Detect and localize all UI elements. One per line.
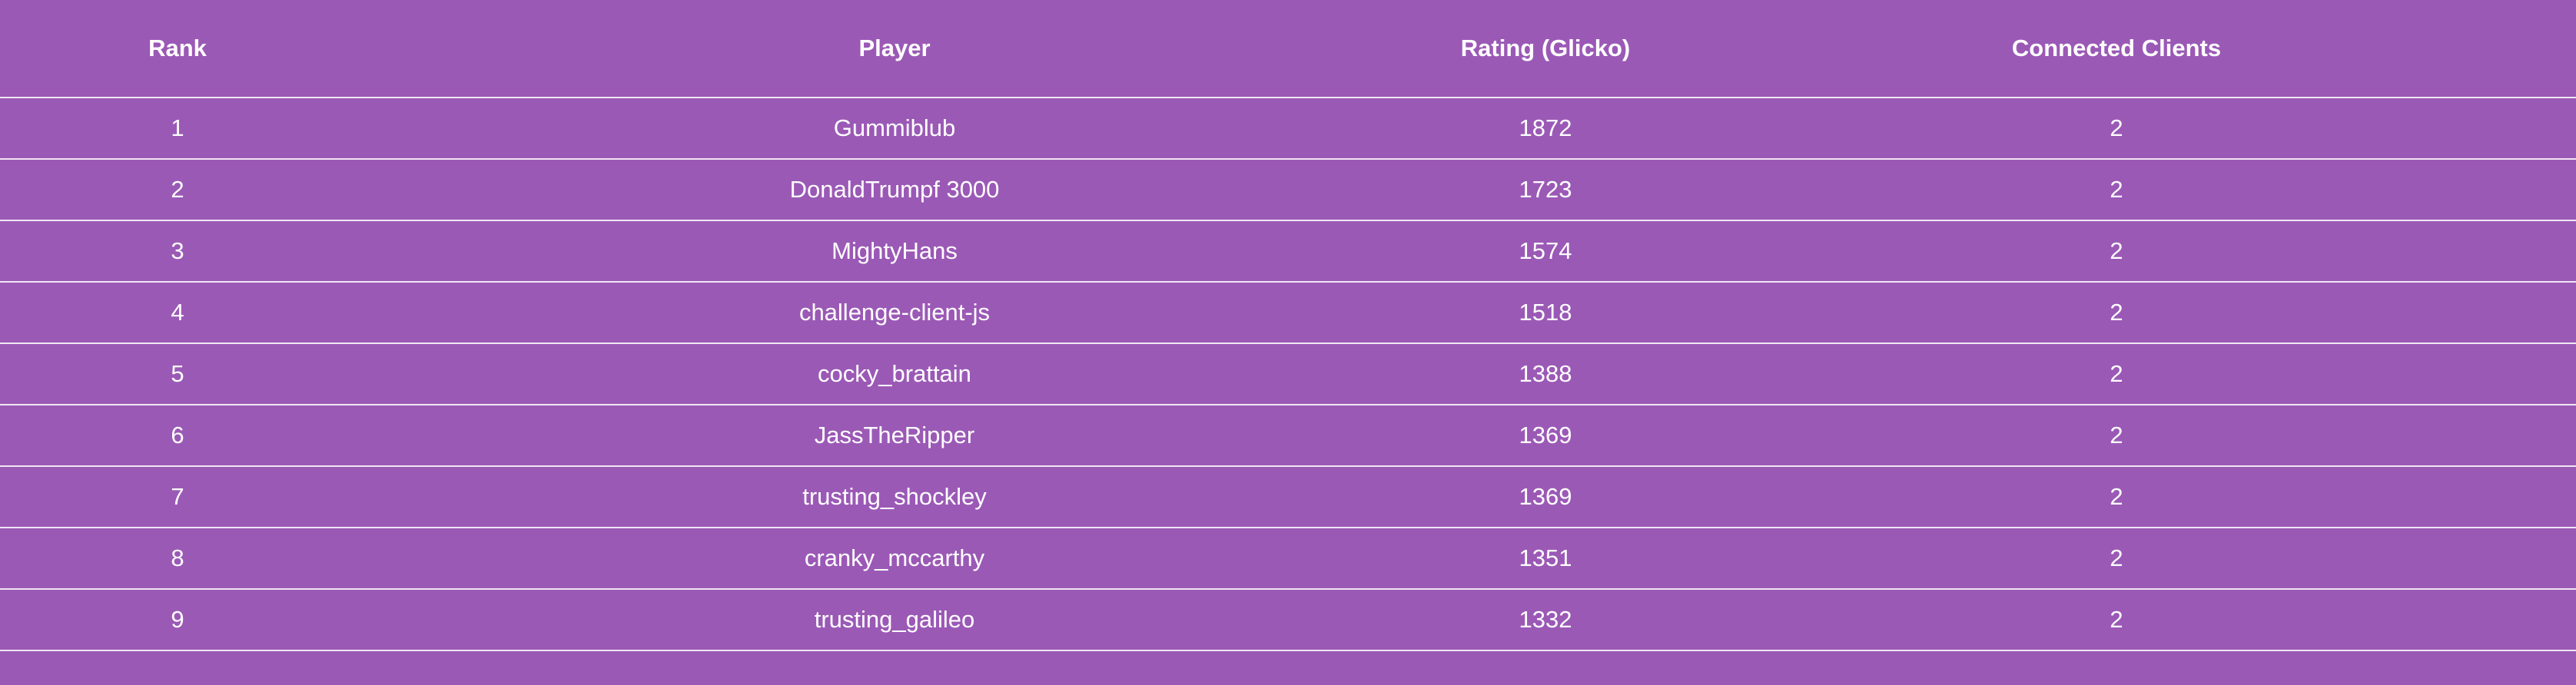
- rating-cell: 1872: [1434, 98, 1657, 160]
- rating-cell: 1388: [1434, 343, 1657, 405]
- leaderboard-table: Rank Player Rating (Glicko) Connected Cl…: [0, 0, 2576, 651]
- clients-cell: 2: [1657, 220, 2576, 283]
- rank-cell: 4: [0, 282, 355, 344]
- player-cell: DonaldTrumpf 3000: [355, 159, 1434, 221]
- leaderboard-header: Rank Player Rating (Glicko) Connected Cl…: [0, 0, 2576, 98]
- rating-cell: 1369: [1434, 466, 1657, 528]
- player-cell: trusting_shockley: [355, 466, 1434, 528]
- rank-cell: 3: [0, 220, 355, 283]
- rank-cell: 1: [0, 98, 355, 160]
- header-rank: Rank: [0, 0, 355, 98]
- clients-cell: 2: [1657, 405, 2576, 467]
- leaderboard-body: 1 Gummiblub 1872 2 2 DonaldTrumpf 3000 1…: [0, 98, 2576, 651]
- clients-cell: 2: [1657, 282, 2576, 344]
- player-cell: cranky_mccarthy: [355, 528, 1434, 590]
- table-row: 3 MightyHans 1574 2: [0, 220, 2576, 283]
- rating-cell: 1351: [1434, 528, 1657, 590]
- clients-cell: 2: [1657, 159, 2576, 221]
- header-row: Rank Player Rating (Glicko) Connected Cl…: [0, 0, 2576, 98]
- player-cell: cocky_brattain: [355, 343, 1434, 405]
- header-rating: Rating (Glicko): [1434, 0, 1657, 98]
- rank-cell: 9: [0, 589, 355, 651]
- player-cell: Gummiblub: [355, 98, 1434, 160]
- clients-cell: 2: [1657, 98, 2576, 160]
- table-row: 4 challenge-client-js 1518 2: [0, 282, 2576, 344]
- rank-cell: 2: [0, 159, 355, 221]
- header-connected-clients: Connected Clients: [1657, 0, 2576, 98]
- player-cell: MightyHans: [355, 220, 1434, 283]
- clients-cell: 2: [1657, 589, 2576, 651]
- rating-cell: 1574: [1434, 220, 1657, 283]
- table-row: 9 trusting_galileo 1332 2: [0, 589, 2576, 651]
- table-row: 5 cocky_brattain 1388 2: [0, 343, 2576, 405]
- header-player: Player: [355, 0, 1434, 98]
- rank-cell: 5: [0, 343, 355, 405]
- rating-cell: 1723: [1434, 159, 1657, 221]
- table-row: 2 DonaldTrumpf 3000 1723 2: [0, 159, 2576, 221]
- rank-cell: 6: [0, 405, 355, 467]
- table-row: 8 cranky_mccarthy 1351 2: [0, 528, 2576, 590]
- table-row: 6 JassTheRipper 1369 2: [0, 405, 2576, 467]
- player-cell: JassTheRipper: [355, 405, 1434, 467]
- clients-cell: 2: [1657, 343, 2576, 405]
- clients-cell: 2: [1657, 528, 2576, 590]
- player-cell: challenge-client-js: [355, 282, 1434, 344]
- rank-cell: 7: [0, 466, 355, 528]
- table-row: 1 Gummiblub 1872 2: [0, 98, 2576, 160]
- rating-cell: 1332: [1434, 589, 1657, 651]
- rating-cell: 1369: [1434, 405, 1657, 467]
- rating-cell: 1518: [1434, 282, 1657, 344]
- rank-cell: 8: [0, 528, 355, 590]
- table-row: 7 trusting_shockley 1369 2: [0, 466, 2576, 528]
- player-cell: trusting_galileo: [355, 589, 1434, 651]
- clients-cell: 2: [1657, 466, 2576, 528]
